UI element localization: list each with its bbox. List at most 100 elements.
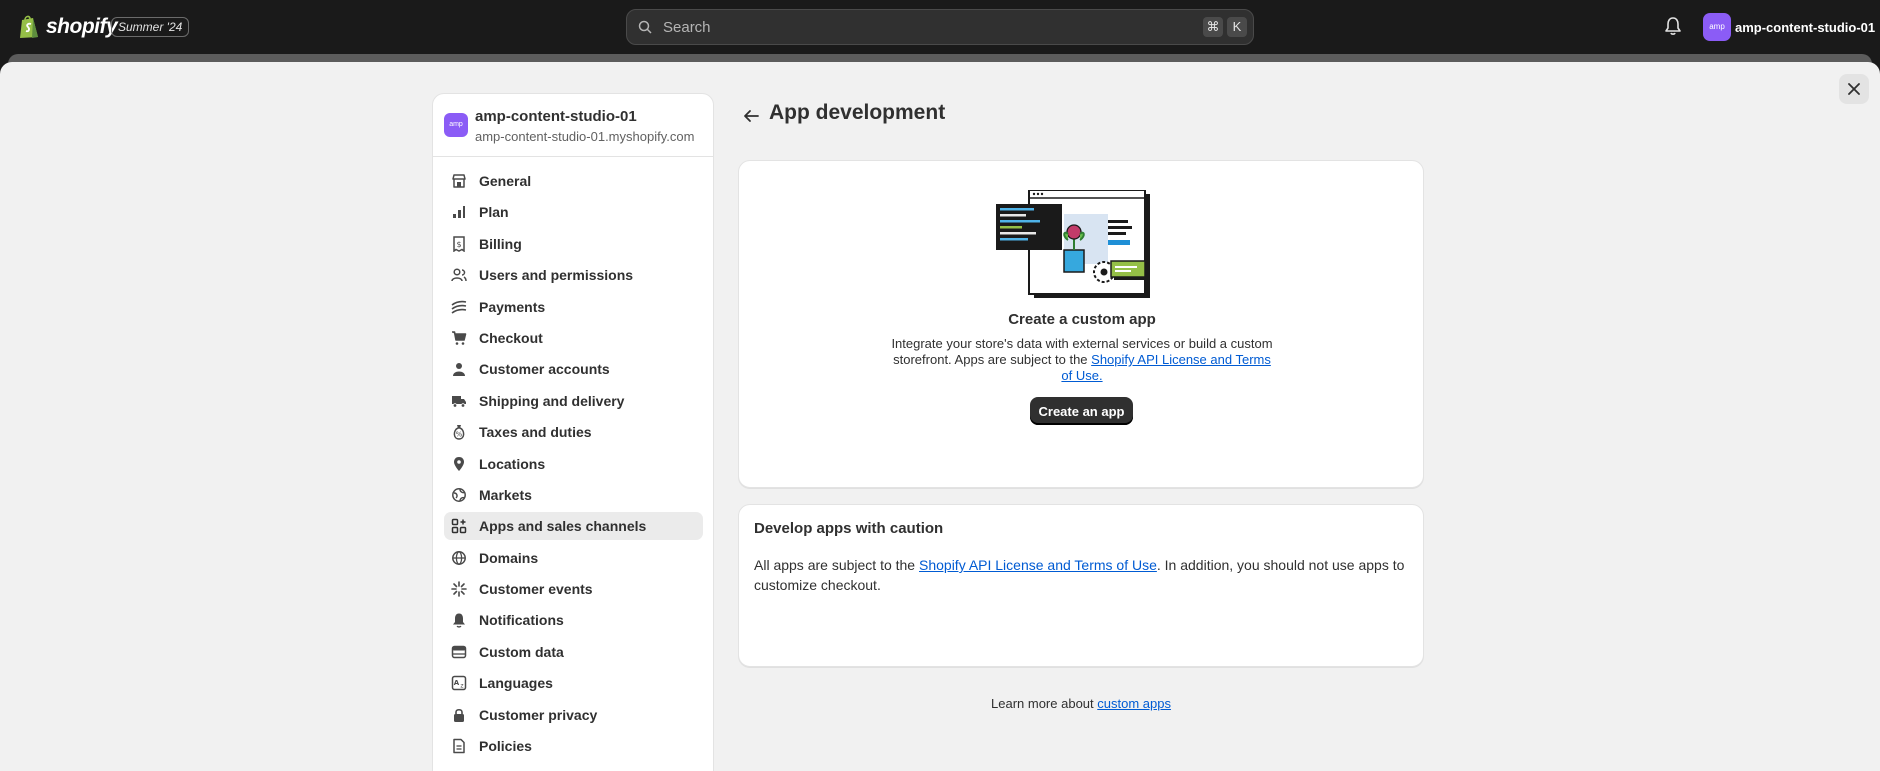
store-menu-name: amp-content-studio-01 — [1735, 19, 1876, 35]
users-icon — [450, 266, 468, 284]
cart-icon — [450, 329, 468, 347]
logo-text: shopify — [46, 14, 118, 38]
sidebar-item-label: Locations — [479, 455, 546, 472]
payments-icon — [450, 298, 468, 316]
sidebar-item-languages[interactable]: Az Languages — [444, 669, 703, 697]
create-app-button[interactable]: Create an app — [1030, 397, 1133, 425]
sidebar-item-label: Payments — [479, 298, 546, 315]
sidebar-item-customer-accounts[interactable]: Customer accounts — [444, 355, 703, 383]
sidebar-item-notifications[interactable]: Notifications — [444, 606, 703, 634]
location-pin-icon — [450, 455, 468, 473]
sidebar-item-label: Custom data — [479, 643, 564, 660]
sidebar-item-label: Users and permissions — [479, 267, 634, 284]
sidebar-item-label: General — [479, 173, 532, 189]
bell-icon — [450, 611, 468, 629]
svg-text:A: A — [454, 679, 460, 687]
caution-title: Develop apps with caution — [754, 520, 944, 537]
sidebar-item-label: Apps and sales channels — [479, 518, 647, 535]
learn-more-text: Learn more about — [991, 696, 1094, 711]
sidebar-item-label: Languages — [479, 675, 553, 692]
money-bag-icon: % — [450, 423, 468, 441]
shortcut-k-key: K — [1227, 17, 1247, 37]
custom-apps-link[interactable]: custom apps — [1097, 696, 1171, 711]
truck-icon — [450, 392, 468, 410]
search-icon — [638, 20, 652, 34]
document-icon — [450, 737, 468, 755]
search-input[interactable] — [657, 10, 1097, 44]
sidebar-item-customer-events[interactable]: Customer events — [444, 575, 703, 603]
sidebar-item-checkout[interactable]: Checkout — [444, 324, 703, 352]
notifications-bell-icon[interactable] — [1664, 16, 1682, 41]
sidebar-item-label: Customer accounts — [479, 361, 610, 378]
sidebar-item-label: Billing — [479, 235, 522, 252]
svg-text:z: z — [460, 683, 463, 690]
apps-grid-icon — [450, 517, 468, 535]
sidebar-item-label: Customer privacy — [479, 706, 598, 723]
store-avatar: amp — [444, 113, 468, 137]
edition-badge[interactable]: Summer '24 — [111, 17, 190, 37]
receipt-icon: $ — [450, 235, 468, 253]
search-bar[interactable]: ⌘ K — [626, 9, 1254, 45]
caution-license-link[interactable]: Shopify API License and Terms of Use — [919, 557, 1157, 573]
sidebar-item-payments[interactable]: Payments — [444, 293, 703, 321]
close-icon — [1848, 83, 1860, 95]
sparkle-icon — [450, 580, 468, 598]
create-app-title: Create a custom app — [1008, 311, 1156, 328]
translate-icon: Az — [450, 674, 468, 692]
store-header[interactable]: amp amp-content-studio-01 amp-content-st… — [433, 94, 713, 157]
store-avatar: amp — [1703, 13, 1731, 41]
store-domain: amp-content-studio-01.myshopify.com — [475, 129, 695, 144]
sidebar-item-users[interactable]: Users and permissions — [444, 261, 703, 289]
person-icon — [450, 360, 468, 378]
chart-bars-icon — [450, 203, 468, 221]
settings-modal: amp amp-content-studio-01 amp-content-st… — [0, 62, 1880, 771]
database-icon — [450, 643, 468, 661]
sidebar-item-label: Customer events — [479, 581, 593, 598]
shopify-bag-icon — [20, 15, 38, 38]
sidebar-item-taxes[interactable]: % Taxes and duties — [444, 418, 703, 446]
store-icon — [450, 172, 468, 190]
globe-icon — [450, 486, 468, 504]
settings-sidebar: amp amp-content-studio-01 amp-content-st… — [432, 93, 714, 771]
sidebar-item-policies[interactable]: Policies — [444, 732, 703, 760]
svg-text:%: % — [456, 431, 463, 439]
caution-text-before: All apps are subject to the — [754, 557, 916, 573]
settings-nav: General Plan $ Billing Users and permiss… — [444, 167, 703, 763]
sidebar-item-general[interactable]: General — [444, 167, 703, 195]
sidebar-item-label: Notifications — [479, 612, 564, 629]
sidebar-item-apps[interactable]: Apps and sales channels — [444, 512, 703, 541]
lock-icon — [450, 706, 468, 724]
page-title: App development — [769, 101, 946, 124]
sidebar-item-label: Plan — [479, 204, 509, 221]
svg-text:$: $ — [456, 240, 461, 249]
create-app-description: Integrate your store's data with externa… — [889, 336, 1275, 384]
sidebar-item-customer-privacy[interactable]: Customer privacy — [444, 701, 703, 729]
top-bar: shopify Summer '24 ⌘ K amp amp-content-s… — [0, 0, 1880, 54]
sidebar-item-label: Markets — [479, 486, 532, 503]
arrow-left-icon — [744, 110, 759, 122]
close-button[interactable] — [1839, 74, 1869, 104]
domain-icon — [450, 549, 468, 567]
store-menu[interactable]: amp amp-content-studio-01 — [1703, 13, 1875, 41]
sidebar-item-locations[interactable]: Locations — [444, 450, 703, 478]
custom-app-illustration — [996, 190, 1150, 298]
sidebar-item-label: Checkout — [479, 329, 543, 346]
api-license-link[interactable]: Shopify API License and Terms of Use. — [1061, 352, 1270, 383]
learn-more: Learn more about custom apps — [738, 696, 1424, 711]
back-button[interactable] — [739, 104, 763, 128]
shortcut-cmd-key: ⌘ — [1203, 17, 1223, 37]
sidebar-item-markets[interactable]: Markets — [444, 481, 703, 509]
create-app-card: Create a custom app Integrate your store… — [738, 160, 1424, 488]
sidebar-item-plan[interactable]: Plan — [444, 198, 703, 226]
store-name: amp-content-studio-01 — [475, 108, 637, 125]
sidebar-item-label: Shipping and delivery — [479, 392, 625, 409]
sidebar-item-billing[interactable]: $ Billing — [444, 230, 703, 258]
sidebar-item-shipping[interactable]: Shipping and delivery — [444, 387, 703, 415]
sidebar-item-label: Taxes and duties — [479, 424, 592, 441]
sidebar-item-domains[interactable]: Domains — [444, 544, 703, 572]
sidebar-item-custom-data[interactable]: Custom data — [444, 638, 703, 666]
shopify-logo[interactable]: shopify — [18, 14, 118, 39]
caution-card: Develop apps with caution All apps are s… — [738, 504, 1424, 667]
caution-text: All apps are subject to the Shopify API … — [754, 555, 1410, 595]
sidebar-item-label: Policies — [479, 738, 532, 755]
